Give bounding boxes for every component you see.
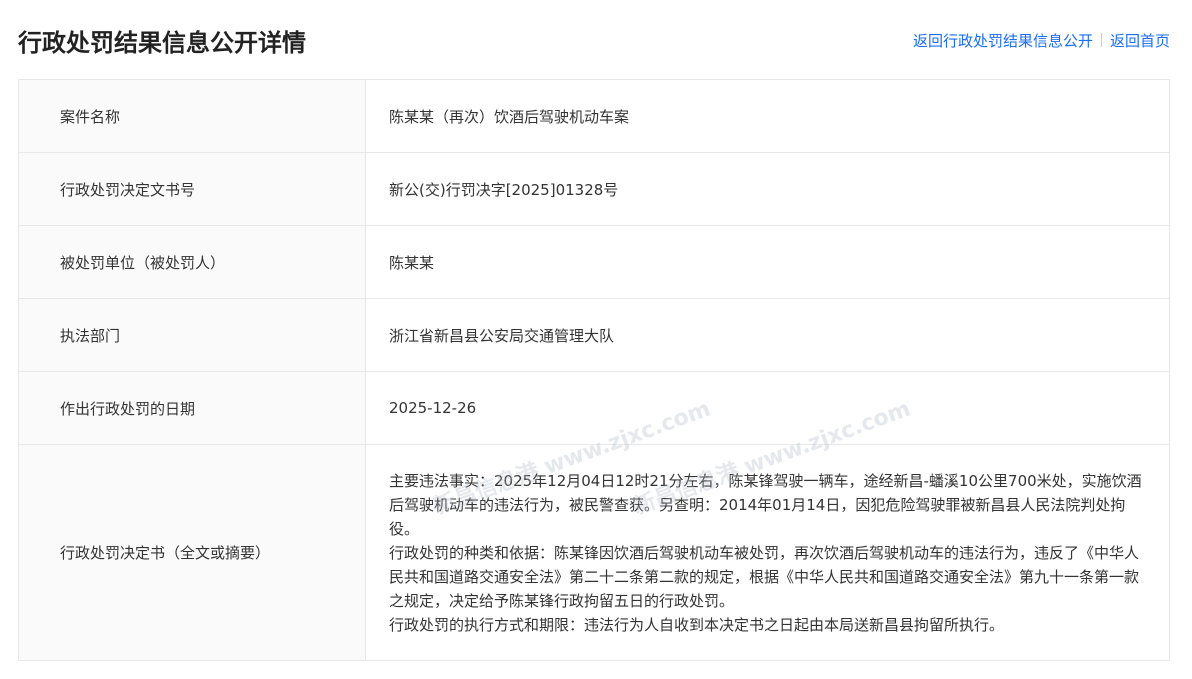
row-value: 2025-12-26 xyxy=(366,372,1170,445)
row-label: 作出行政处罚的日期 xyxy=(19,372,366,445)
page-title: 行政处罚结果信息公开详情 xyxy=(18,23,306,58)
table-row: 执法部门浙江省新昌县公安局交通管理大队 xyxy=(19,299,1170,372)
page-header: 行政处罚结果信息公开详情 返回行政处罚结果信息公开 返回首页 xyxy=(18,22,1170,58)
table-row: 案件名称陈某某（再次）饮酒后驾驶机动车案 xyxy=(19,80,1170,153)
row-label: 被处罚单位（被处罚人） xyxy=(19,226,366,299)
row-label: 行政处罚决定文书号 xyxy=(19,153,366,226)
header-links: 返回行政处罚结果信息公开 返回首页 xyxy=(913,30,1170,51)
table-row: 作出行政处罚的日期2025-12-26 xyxy=(19,372,1170,445)
detail-table: 案件名称陈某某（再次）饮酒后驾驶机动车案 行政处罚决定文书号新公(交)行罚决字[… xyxy=(18,79,1170,661)
decision-text: 主要违法事实：2025年12月04日12时21分左右，陈某锋驾驶一辆车，途经新昌… xyxy=(366,445,1170,661)
back-home-link[interactable]: 返回首页 xyxy=(1110,30,1170,51)
row-label: 行政处罚决定书（全文或摘要） xyxy=(19,445,366,661)
link-divider xyxy=(1101,33,1102,47)
decision-paragraph: 主要违法事实：2025年12月04日12时21分左右，陈某锋驾驶一辆车，途经新昌… xyxy=(389,469,1149,541)
decision-paragraph: 行政处罚的执行方式和期限：违法行为人自收到本决定书之日起由本局送新昌县拘留所执行… xyxy=(389,613,1149,637)
table-row: 行政处罚决定文书号新公(交)行罚决字[2025]01328号 xyxy=(19,153,1170,226)
row-value: 陈某某 xyxy=(366,226,1170,299)
row-label: 案件名称 xyxy=(19,80,366,153)
table-row: 行政处罚决定书（全文或摘要） 主要违法事实：2025年12月04日12时21分左… xyxy=(19,445,1170,661)
row-value: 浙江省新昌县公安局交通管理大队 xyxy=(366,299,1170,372)
table-row: 被处罚单位（被处罚人）陈某某 xyxy=(19,226,1170,299)
row-label: 执法部门 xyxy=(19,299,366,372)
row-value: 新公(交)行罚决字[2025]01328号 xyxy=(366,153,1170,226)
back-to-list-link[interactable]: 返回行政处罚结果信息公开 xyxy=(913,30,1093,51)
row-value: 陈某某（再次）饮酒后驾驶机动车案 xyxy=(366,80,1170,153)
decision-paragraph: 行政处罚的种类和依据：陈某锋因饮酒后驾驶机动车被处罚，再次饮酒后驾驶机动车的违法… xyxy=(389,541,1149,613)
